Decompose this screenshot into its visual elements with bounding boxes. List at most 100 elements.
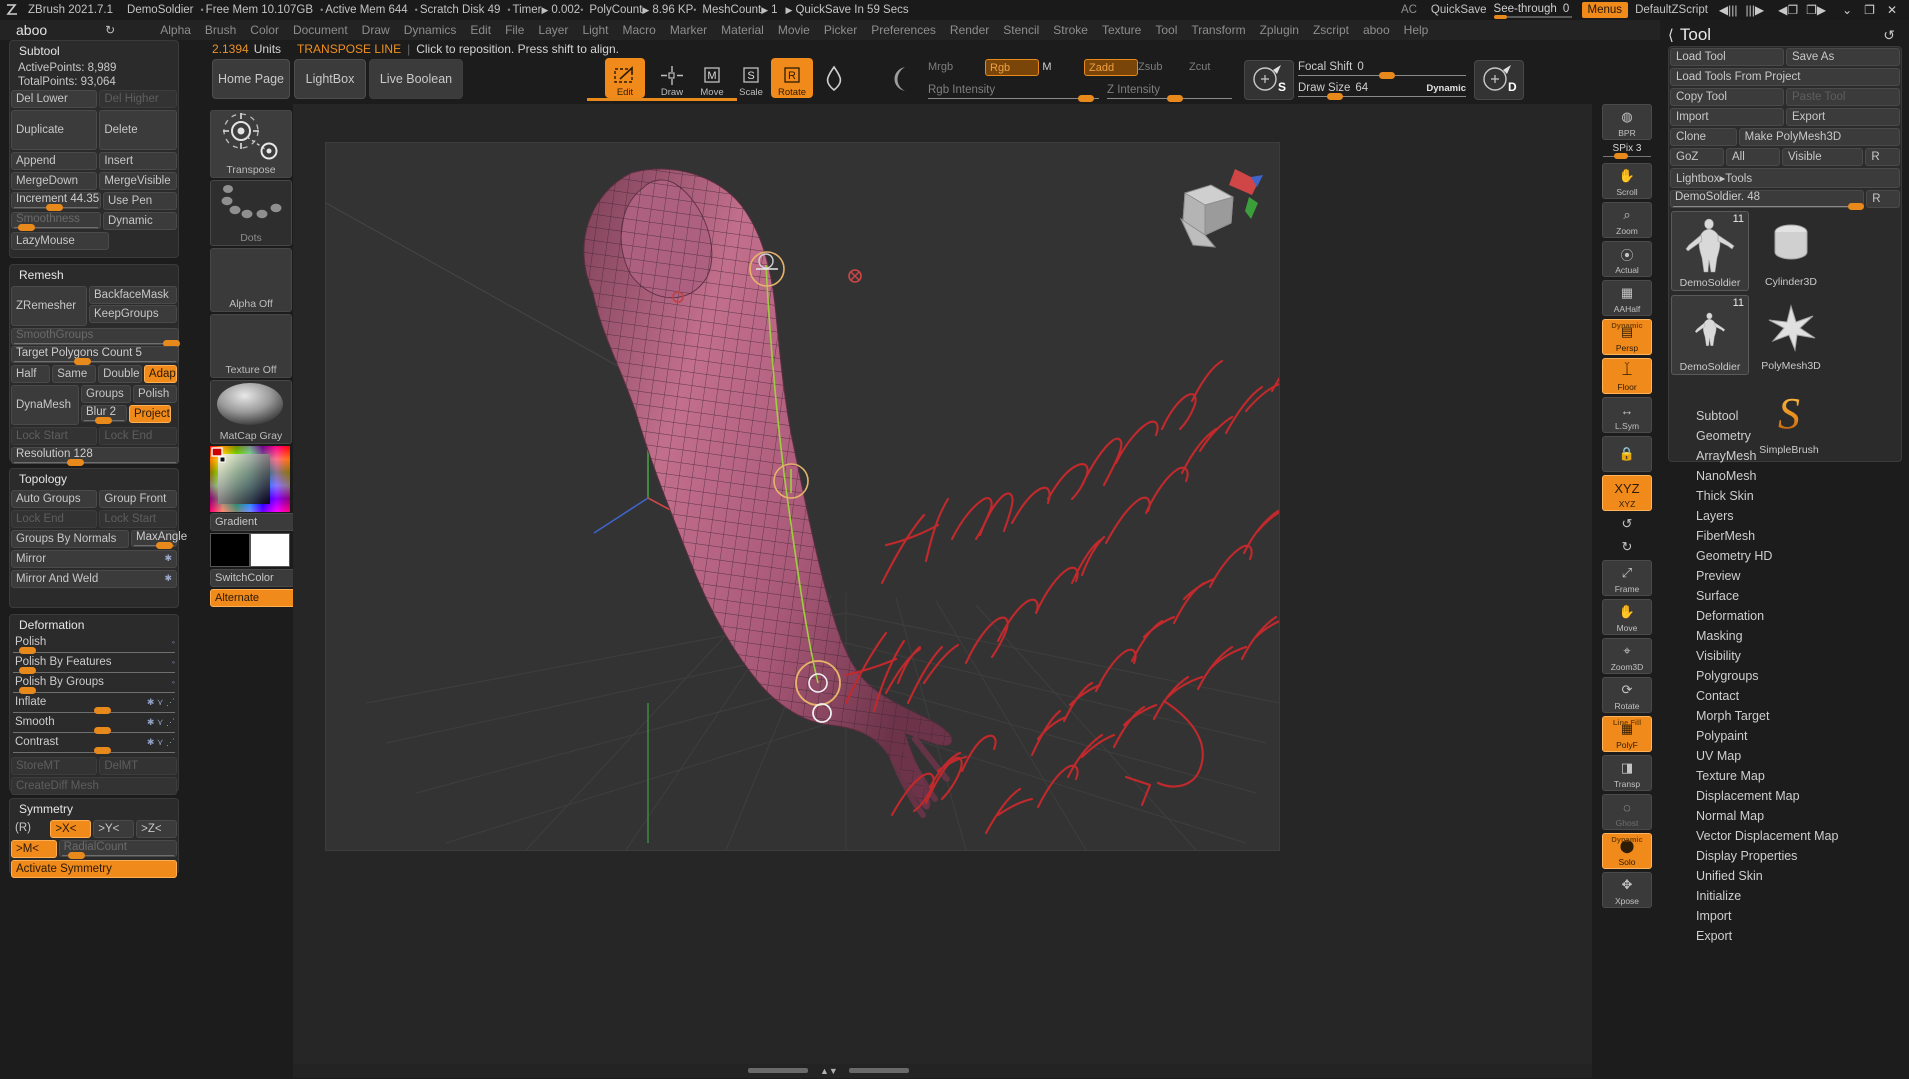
frame-button[interactable]: ⤢Frame xyxy=(1602,560,1652,596)
stroke-selector[interactable]: Dots xyxy=(210,180,292,246)
panel-title[interactable]: Symmetry xyxy=(10,799,178,819)
menu-item-movie[interactable]: Movie xyxy=(771,23,817,37)
redo-rotate-icon-button[interactable]: ↻ xyxy=(1603,537,1651,557)
copy-tool-button[interactable]: Copy Tool xyxy=(1670,88,1784,106)
menu-item-render[interactable]: Render xyxy=(943,23,996,37)
menu-item-layer[interactable]: Layer xyxy=(531,23,575,37)
menu-item-zplugin[interactable]: Zplugin xyxy=(1253,23,1306,37)
panel-title[interactable]: Remesh xyxy=(10,265,178,285)
target-polygons-count-5-slider[interactable]: Target Polygons Count 5 xyxy=(11,346,179,363)
gear-icon[interactable]: ✱ xyxy=(164,553,172,564)
rgb-intensity-track[interactable] xyxy=(928,98,1099,99)
import-button[interactable]: Import xyxy=(1670,108,1784,126)
menus-toggle[interactable]: Menus xyxy=(1582,2,1629,18)
edit-mode-button[interactable]: Edit xyxy=(605,58,645,98)
circle-toggle-icon[interactable]: ◦ xyxy=(172,637,175,647)
rgb-intensity-slider[interactable]: Rgb Intensity xyxy=(928,82,1099,99)
main-color-swatch[interactable] xyxy=(210,533,250,567)
polish-deform-slider[interactable]: Polish◦ xyxy=(11,636,177,655)
subpalette-fibermesh[interactable]: FiberMesh xyxy=(1668,526,1900,546)
zremesher-button[interactable]: ZRemesher xyxy=(11,286,87,326)
group-front-button[interactable]: Group Front xyxy=(99,490,177,508)
slider-knob[interactable] xyxy=(94,707,111,714)
spix-track[interactable] xyxy=(1603,156,1651,157)
focal-shift-track[interactable] xyxy=(1298,75,1466,76)
spix-slider[interactable]: SPix 3 xyxy=(1603,143,1651,159)
subpalette-layers[interactable]: Layers xyxy=(1668,506,1900,526)
minimize-icon[interactable]: ⌄ xyxy=(1830,3,1858,17)
scroll-thumb-left[interactable] xyxy=(748,1068,808,1073)
groups-by-normals-button[interactable]: Groups By Normals xyxy=(11,530,129,548)
adapt-button[interactable]: Adapt xyxy=(144,365,177,383)
actual-button[interactable]: ⦿Actual xyxy=(1602,241,1652,277)
tool-thumbnail[interactable]: 11DemoSoldier xyxy=(1671,295,1749,375)
ac-indicator[interactable]: AC xyxy=(1394,4,1424,16)
reset-icon[interactable]: ↺ xyxy=(1883,27,1909,44)
auto-groups-button[interactable]: Auto Groups xyxy=(11,490,97,508)
resolution-128-slider[interactable]: Resolution 128 xyxy=(11,447,179,464)
polish-button[interactable]: Polish xyxy=(133,385,177,403)
move-mode-button[interactable]: M Move xyxy=(692,58,732,98)
menu-item-dynamics[interactable]: Dynamics xyxy=(397,23,464,37)
backfacemask-button[interactable]: BackfaceMask xyxy=(89,286,177,304)
dynamic-button[interactable]: Dynamic xyxy=(103,212,177,230)
dynamesh-button[interactable]: DynaMesh xyxy=(11,385,79,425)
subpalette-thick-skin[interactable]: Thick Skin xyxy=(1668,486,1900,506)
menu-item-tool[interactable]: Tool xyxy=(1148,23,1184,37)
lazymouse-button[interactable]: LazyMouse xyxy=(11,232,109,250)
draw-size-track[interactable] xyxy=(1298,96,1466,97)
menu-item-material[interactable]: Material xyxy=(714,23,771,37)
slider-knob[interactable] xyxy=(68,852,85,859)
r-button[interactable]: (R) xyxy=(11,820,48,838)
del-lower-button[interactable]: Del Lower xyxy=(11,90,97,108)
gradient-button[interactable]: Gradient xyxy=(210,513,296,531)
axis-toggle-icon[interactable]: ✱ ⋎ ⋰ xyxy=(147,717,175,728)
subpalette-polygroups[interactable]: Polygroups xyxy=(1668,666,1900,686)
subpalette-geometry-hd[interactable]: Geometry HD xyxy=(1668,546,1900,566)
solo-button[interactable]: Dynamic⬤Solo xyxy=(1602,833,1652,869)
double-button[interactable]: Double xyxy=(98,365,142,383)
subpalette-texture-map[interactable]: Texture Map xyxy=(1668,766,1900,786)
subpalette-polypaint[interactable]: Polypaint xyxy=(1668,726,1900,746)
focal-shift-slider[interactable]: Focal Shift0 xyxy=(1298,61,1466,76)
mergedown-button[interactable]: MergeDown xyxy=(11,172,97,190)
brush-size-s-button[interactable]: S xyxy=(1244,60,1294,100)
zoom-button[interactable]: ⌕Zoom xyxy=(1602,202,1652,238)
lightbox-button[interactable]: LightBox xyxy=(294,59,366,99)
color-wheel-icon[interactable] xyxy=(210,446,290,512)
slider-knob[interactable] xyxy=(18,224,35,231)
export-button[interactable]: Export xyxy=(1786,108,1900,126)
xpose-button[interactable]: ✥Xpose xyxy=(1602,872,1652,908)
menu-item-picker[interactable]: Picker xyxy=(817,23,864,37)
slider-track[interactable] xyxy=(13,732,175,733)
m-button[interactable]: M xyxy=(1040,60,1054,74)
r-button[interactable]: R xyxy=(1865,148,1900,166)
delete-button[interactable]: Delete xyxy=(99,110,177,150)
rotate-button[interactable]: ⟳Rotate xyxy=(1602,677,1652,713)
transform-lock-icon-button[interactable]: 🔒 xyxy=(1602,436,1652,472)
scroll-button[interactable]: ✋Scroll xyxy=(1602,163,1652,199)
maxangle-slider[interactable]: MaxAngle xyxy=(131,530,177,547)
menu-item-color[interactable]: Color xyxy=(243,23,286,37)
contrast-deform-slider[interactable]: Contrast✱ ⋎ ⋰ xyxy=(11,736,177,755)
see-through-knob[interactable] xyxy=(1494,15,1507,19)
inflate-deform-slider[interactable]: Inflate✱ ⋎ ⋰ xyxy=(11,696,177,715)
rotate-mode-button[interactable]: R Rotate xyxy=(771,58,813,98)
activate-symmetry-button[interactable]: Activate Symmetry xyxy=(11,860,177,878)
panel-title[interactable]: Subtool xyxy=(10,41,178,61)
draw-size-slider[interactable]: Draw Size 64 Dynamic xyxy=(1298,82,1466,97)
load-tool-button[interactable]: Load Tool xyxy=(1670,48,1784,66)
tool-thumbnail[interactable]: PolyMesh3D xyxy=(1753,295,1829,373)
visible-button[interactable]: Visible xyxy=(1782,148,1863,166)
stroke-icon[interactable] xyxy=(885,64,919,94)
see-through-slider[interactable]: See-through 0 xyxy=(1494,0,1572,20)
subpalette-deformation[interactable]: Deformation xyxy=(1668,606,1900,626)
slider-knob[interactable] xyxy=(156,542,173,549)
polish-by-features-deform-slider[interactable]: Polish By Features◦ xyxy=(11,656,177,675)
slider-track[interactable] xyxy=(14,207,98,208)
z-intensity-slider[interactable]: Z Intensity xyxy=(1107,82,1232,99)
lightbox-tools-button[interactable]: Lightbox▸Tools xyxy=(1670,168,1900,188)
switchcolor-button[interactable]: SwitchColor xyxy=(210,569,296,587)
subpalette-preview[interactable]: Preview xyxy=(1668,566,1900,586)
clone-button[interactable]: Clone xyxy=(1670,128,1737,146)
